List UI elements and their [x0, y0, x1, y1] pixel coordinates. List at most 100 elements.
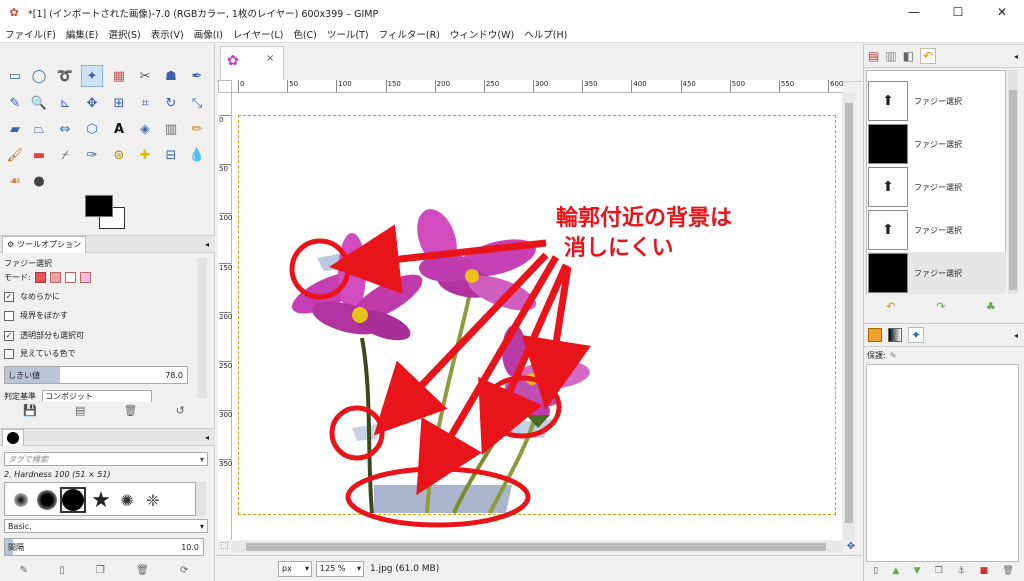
menu-image[interactable]: 画像(I) [189, 27, 228, 41]
brush-hardness-100[interactable] [60, 487, 86, 513]
horizontal-scrollbar[interactable] [232, 541, 843, 553]
foreground-select-icon[interactable]: ☗ [160, 65, 182, 87]
feather-row[interactable]: 境界をぼかす [4, 310, 68, 321]
brush-star[interactable]: ★ [88, 487, 114, 513]
duplicate-brush-icon[interactable]: ❐ [96, 565, 105, 576]
fg-bg-colors[interactable] [85, 195, 127, 233]
save-preset-icon[interactable]: 💾 [23, 404, 37, 417]
image-tab[interactable]: ✿ × [220, 46, 284, 80]
scroll-thumb[interactable] [845, 103, 853, 523]
lock-icon[interactable]: ✎ [890, 351, 897, 360]
blur-icon[interactable]: 💧 [186, 144, 208, 166]
perspective-clone-icon[interactable]: ⊟ [160, 144, 182, 166]
channels-tab-icon[interactable]: ▥ [885, 49, 896, 63]
vertical-scrollbar[interactable] [843, 93, 855, 540]
redo-icon[interactable]: ↷ [936, 300, 945, 313]
brush-soft-large[interactable] [34, 487, 60, 513]
pencil-icon[interactable]: ✏ [186, 118, 208, 140]
brush-splatter[interactable]: ✺ [114, 487, 140, 513]
antialias-row[interactable]: ✓ なめらかに [4, 291, 60, 302]
airbrush-icon[interactable]: ⌿ [54, 144, 76, 166]
rotate-icon[interactable]: ↻ [160, 92, 182, 114]
menu-layer[interactable]: レイヤー(L) [228, 27, 288, 41]
delete-layer-icon[interactable]: 🗑 [1002, 566, 1013, 576]
perspective-icon[interactable]: ⏢ [28, 118, 50, 140]
menu-edit[interactable]: 編集(E) [61, 27, 103, 41]
align-icon[interactable]: ⊞ [108, 92, 130, 114]
zoom-select[interactable]: 125 % ▾ [316, 560, 364, 577]
lower-layer-icon[interactable]: ▼ [914, 566, 921, 576]
criterion-select[interactable]: コンポジット [42, 390, 152, 402]
tool-tab-icon[interactable]: ✦ [908, 327, 925, 343]
scale-icon[interactable]: ⤡ [186, 92, 208, 114]
menu-file[interactable]: ファイル(F) [0, 27, 61, 41]
feather-checkbox[interactable] [4, 310, 14, 321]
scissors-icon[interactable]: ✂ [134, 65, 156, 87]
dock-menu-icon[interactable]: ◂ [1014, 331, 1018, 340]
quick-mask-icon[interactable]: ⬚ [220, 541, 232, 553]
delete-brush-icon[interactable]: 🗑 [136, 565, 149, 576]
cage-icon[interactable]: ⬡ [81, 118, 103, 140]
ellipse-select-icon[interactable]: ◯ [28, 65, 50, 87]
sample-merged-row[interactable]: 見えている色で [4, 348, 76, 359]
refresh-brushes-icon[interactable]: ⟳ [180, 565, 188, 576]
undo-item[interactable]: ファジー選択 [868, 123, 1008, 165]
tab-tool-options[interactable]: ⚙ ツールオプション [2, 235, 87, 253]
menu-windows[interactable]: ウィンドウ(W) [445, 27, 519, 41]
anchor-icon[interactable]: ⚓ [957, 566, 965, 576]
maximize-button[interactable]: ☐ [936, 0, 980, 25]
brush-tag-filter[interactable]: タグで検索 ▾ [4, 452, 208, 466]
mode-subtract-icon[interactable] [64, 272, 76, 283]
dock-menu-icon[interactable]: ◂ [1014, 52, 1018, 61]
undo-icon[interactable]: ↶ [886, 300, 895, 313]
tab-brushes[interactable] [2, 428, 24, 446]
undo-item[interactable]: ⬆ ファジー選択 [868, 209, 1008, 251]
reset-icon[interactable]: ↺ [176, 404, 185, 417]
eraser-icon[interactable]: ▬ [28, 144, 50, 166]
threshold-slider[interactable]: しきい値 78.0 [4, 366, 188, 384]
close-button[interactable]: ✕ [980, 0, 1024, 25]
mode-intersect-icon[interactable] [79, 272, 91, 283]
menu-help[interactable]: ヘルプ(H) [519, 27, 572, 41]
menu-view[interactable]: 表示(V) [146, 27, 189, 41]
mode-replace-icon[interactable] [34, 272, 46, 283]
zoom-icon[interactable]: 🔍 [28, 92, 50, 114]
crop-icon[interactable]: ⌗ [134, 92, 156, 114]
paintbrush-icon[interactable]: 🖌 [4, 144, 26, 166]
dodge-burn-icon[interactable]: ● [28, 170, 50, 192]
unit-select[interactable]: px ▾ [278, 560, 312, 577]
brush-grunge[interactable]: ❈ [140, 487, 166, 513]
brush-soft-small[interactable] [8, 487, 34, 513]
undo-item[interactable]: ⬆ ファジー選択 [868, 80, 1008, 122]
navigate-icon[interactable]: ✥ [845, 541, 857, 553]
mask-icon[interactable]: ■ [980, 566, 989, 576]
new-layer-icon[interactable]: ▯ [873, 566, 878, 576]
minimize-button[interactable]: — [892, 0, 936, 25]
spacing-slider[interactable]: 間隔 10.0 [4, 538, 204, 556]
close-tab-icon[interactable]: × [266, 53, 274, 64]
brush-preset-select[interactable]: Basic, ▾ [4, 519, 208, 533]
select-transparent-row[interactable]: ✓ 透明部分も選択可 [4, 330, 84, 341]
bucket-fill-icon[interactable]: ◈ [134, 118, 156, 140]
paths-tab-icon[interactable]: ◧ [903, 49, 914, 63]
delete-preset-icon[interactable]: 🗑 [124, 404, 138, 417]
text-icon[interactable]: A [108, 118, 130, 140]
menu-filters[interactable]: フィルター(R) [374, 27, 445, 41]
shear-icon[interactable]: ▰ [4, 118, 26, 140]
fuzzy-select-icon[interactable]: ✦ [81, 65, 103, 87]
brush-panel-menu-icon[interactable]: ◂ [205, 433, 209, 442]
menu-select[interactable]: 選択(S) [103, 27, 145, 41]
blend-icon[interactable]: ▥ [160, 118, 182, 140]
undo-item[interactable]: ⬆ ファジー選択 [868, 166, 1008, 208]
smudge-icon[interactable]: ☙ [4, 170, 26, 192]
flip-icon[interactable]: ⇔ [54, 118, 76, 140]
menu-colors[interactable]: 色(C) [288, 27, 322, 41]
mode-add-icon[interactable] [49, 272, 61, 283]
select-transparent-checkbox[interactable]: ✓ [4, 330, 14, 341]
restore-preset-icon[interactable]: ▤ [75, 404, 85, 417]
antialias-checkbox[interactable]: ✓ [4, 291, 14, 302]
ink-icon[interactable]: ✑ [81, 144, 103, 166]
paths-icon[interactable]: ✒ [186, 65, 208, 87]
undo-history-tab-icon[interactable]: ↶ [920, 48, 937, 64]
tool-options-scrollbar[interactable] [197, 258, 207, 398]
